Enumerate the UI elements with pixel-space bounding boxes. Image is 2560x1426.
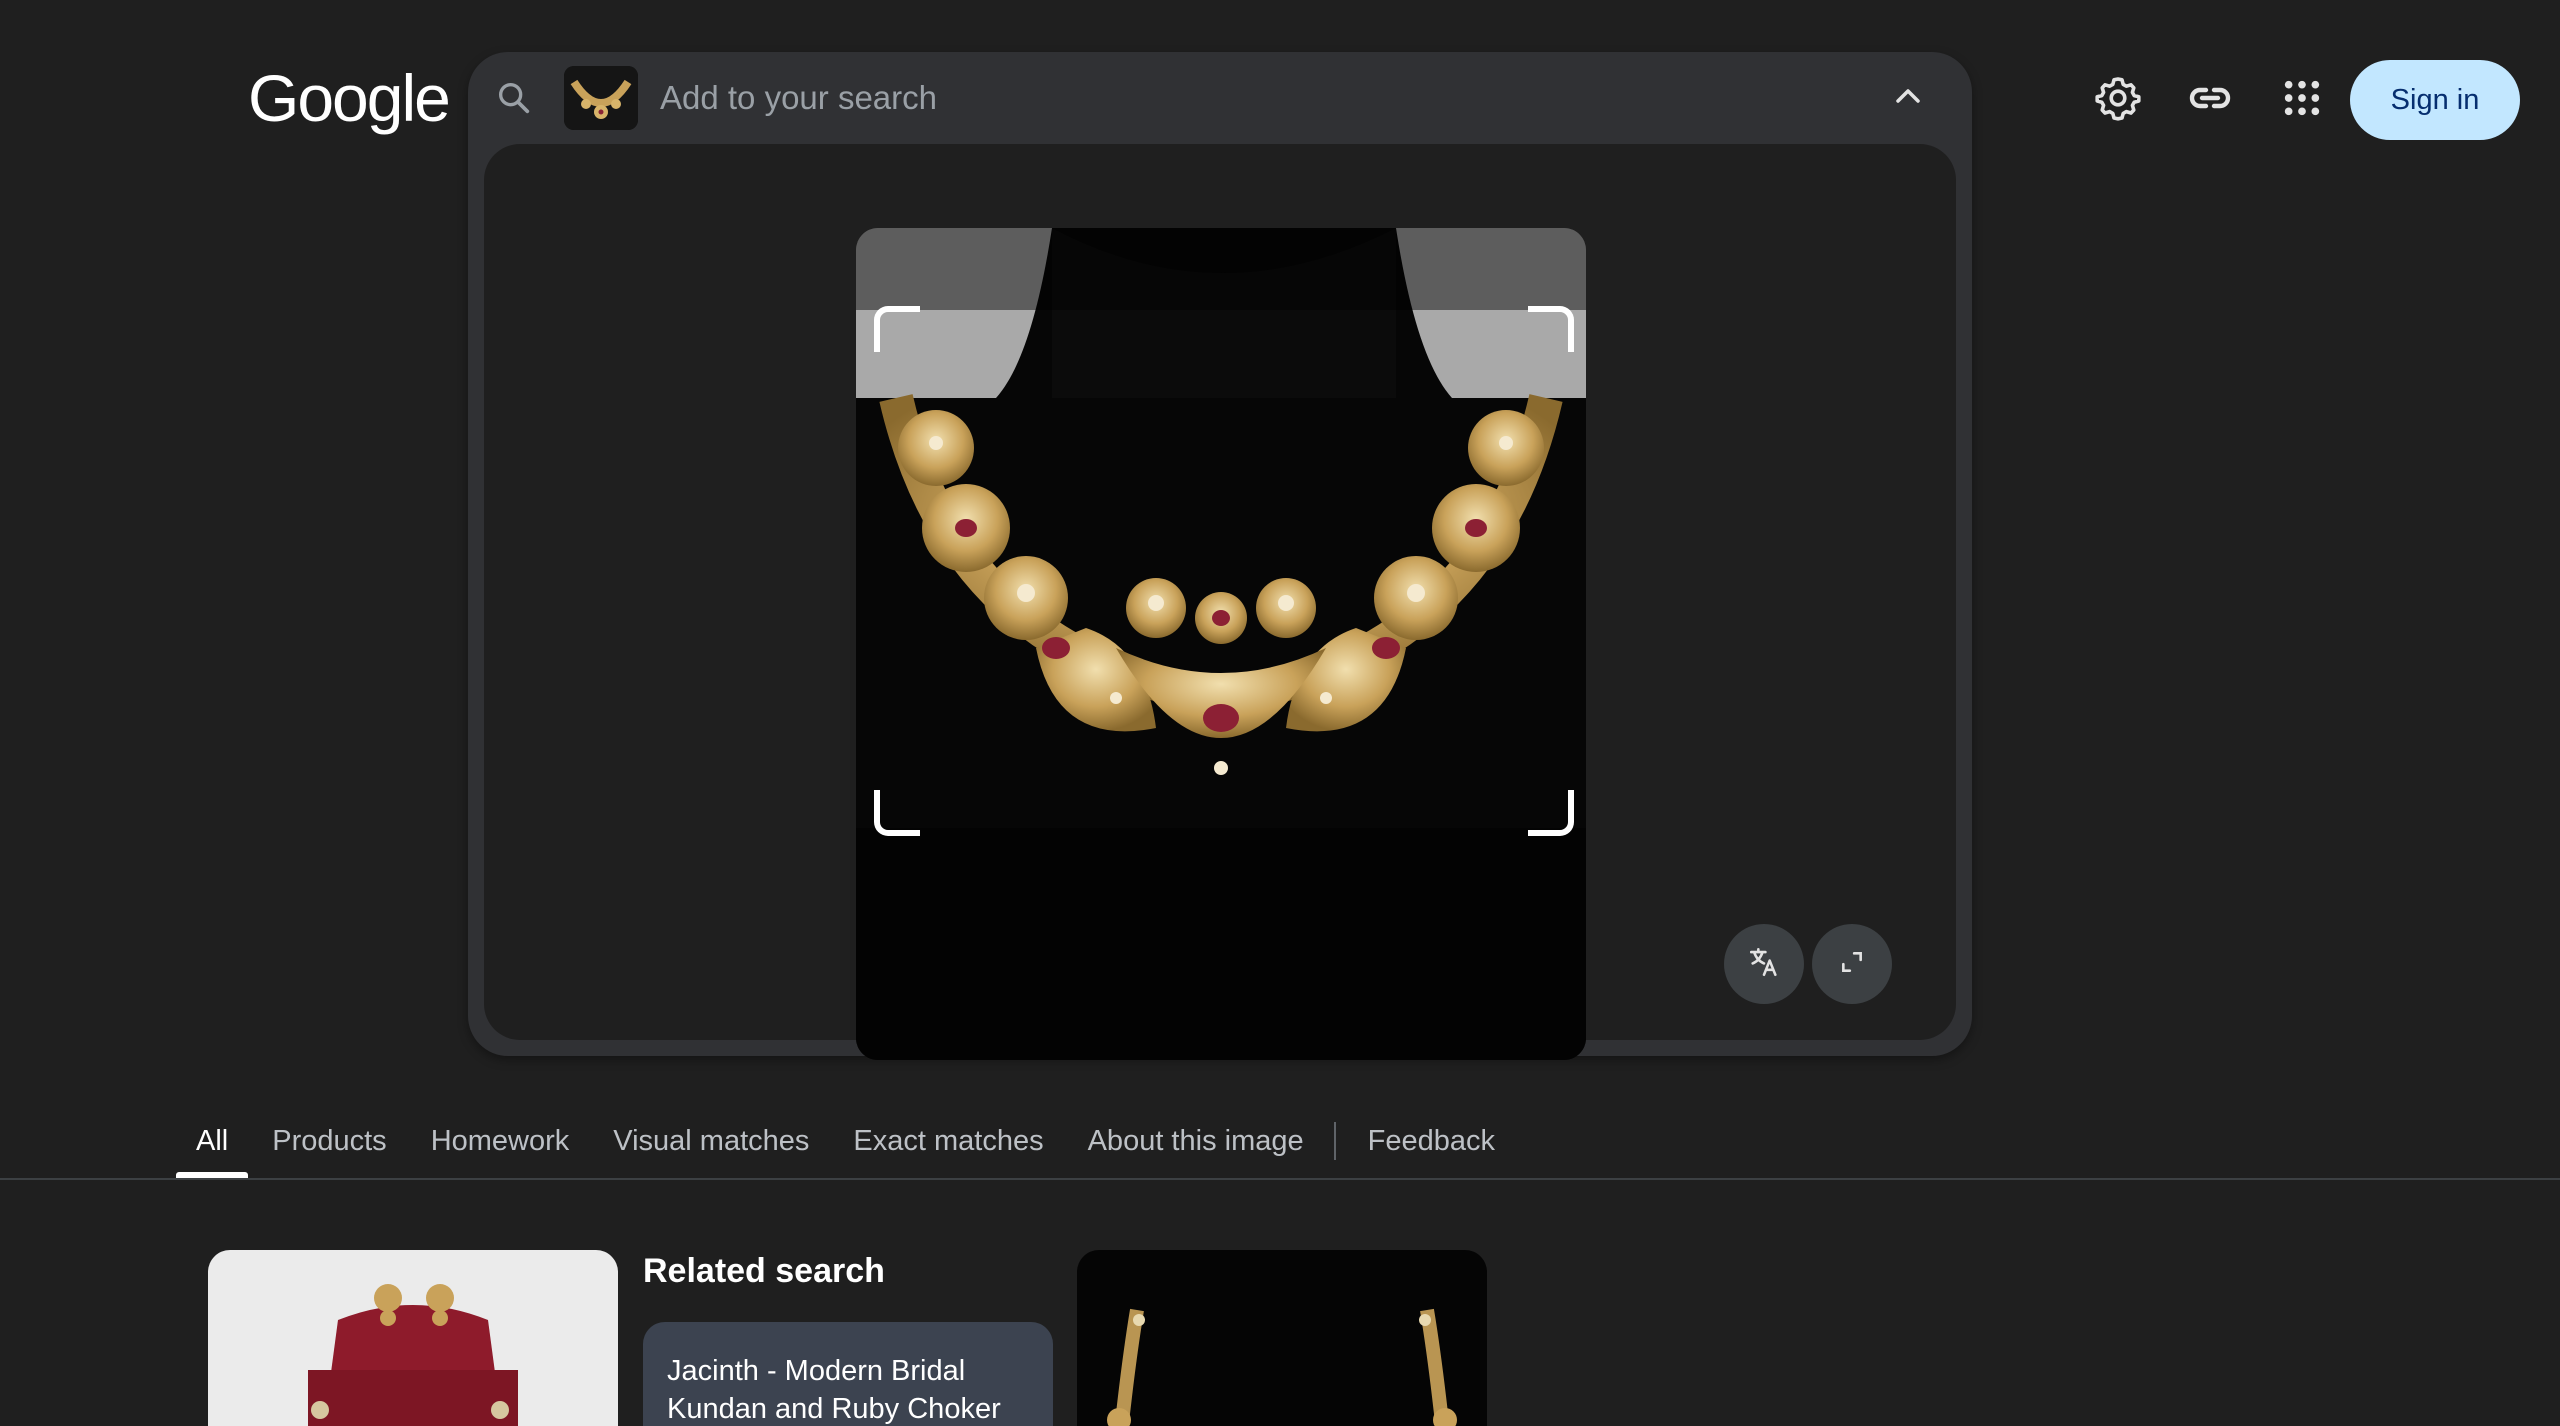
crop-handle-bottom-left[interactable] <box>874 790 920 836</box>
sign-in-button[interactable]: Sign in <box>2350 60 2520 140</box>
tab-exact-matches[interactable]: Exact matches <box>853 1104 1043 1178</box>
tab-products[interactable]: Products <box>272 1104 386 1178</box>
search-icon[interactable] <box>494 78 534 118</box>
tab-divider <box>1333 1122 1336 1160</box>
tab-feedback[interactable]: Feedback <box>1368 1104 1495 1178</box>
crop-handle-top-right[interactable] <box>1528 306 1574 352</box>
gear-icon <box>2094 74 2142 127</box>
result-image-card[interactable] <box>1077 1250 1487 1426</box>
related-search-title: Related search <box>643 1252 885 1290</box>
tab-homework[interactable]: Homework <box>431 1104 570 1178</box>
result-image-card[interactable] <box>208 1250 618 1426</box>
search-panel <box>468 52 1972 1060</box>
tab-visual-matches[interactable]: Visual matches <box>613 1104 809 1178</box>
expand-button[interactable] <box>1812 924 1892 1004</box>
settings-button[interactable] <box>2092 74 2144 126</box>
query-image-thumbnail[interactable] <box>564 66 638 130</box>
crop-handle-bottom-right[interactable] <box>1528 790 1574 836</box>
apps-grid-icon <box>2282 78 2322 123</box>
chevron-up-icon <box>1893 86 1923 111</box>
translate-button[interactable] <box>1724 924 1804 1004</box>
share-link-button[interactable] <box>2184 74 2236 126</box>
google-apps-button[interactable] <box>2276 74 2328 126</box>
search-input[interactable] <box>660 74 1760 122</box>
results-tabs: All Products Homework Visual matches Exa… <box>176 1104 1539 1178</box>
search-bar <box>468 52 1972 144</box>
crop-handle-top-left[interactable] <box>874 306 920 352</box>
tab-about-this-image[interactable]: About this image <box>1088 1104 1304 1178</box>
necklace-image[interactable] <box>856 228 1586 1060</box>
expand-icon <box>1839 949 1865 980</box>
google-logo[interactable]: Google <box>248 60 451 136</box>
google-lens-results-page: Google Add to your search Sign in All Pr… <box>0 0 2560 1426</box>
tab-all[interactable]: All <box>176 1104 249 1178</box>
translate-icon <box>1747 945 1781 984</box>
related-search-chip[interactable]: Jacinth - Modern Bridal Kundan and Ruby … <box>643 1322 1053 1426</box>
link-icon <box>2186 74 2234 127</box>
tabs-divider <box>0 1178 2560 1180</box>
image-preview-area <box>484 144 1956 1060</box>
collapse-button[interactable] <box>1884 74 1932 122</box>
